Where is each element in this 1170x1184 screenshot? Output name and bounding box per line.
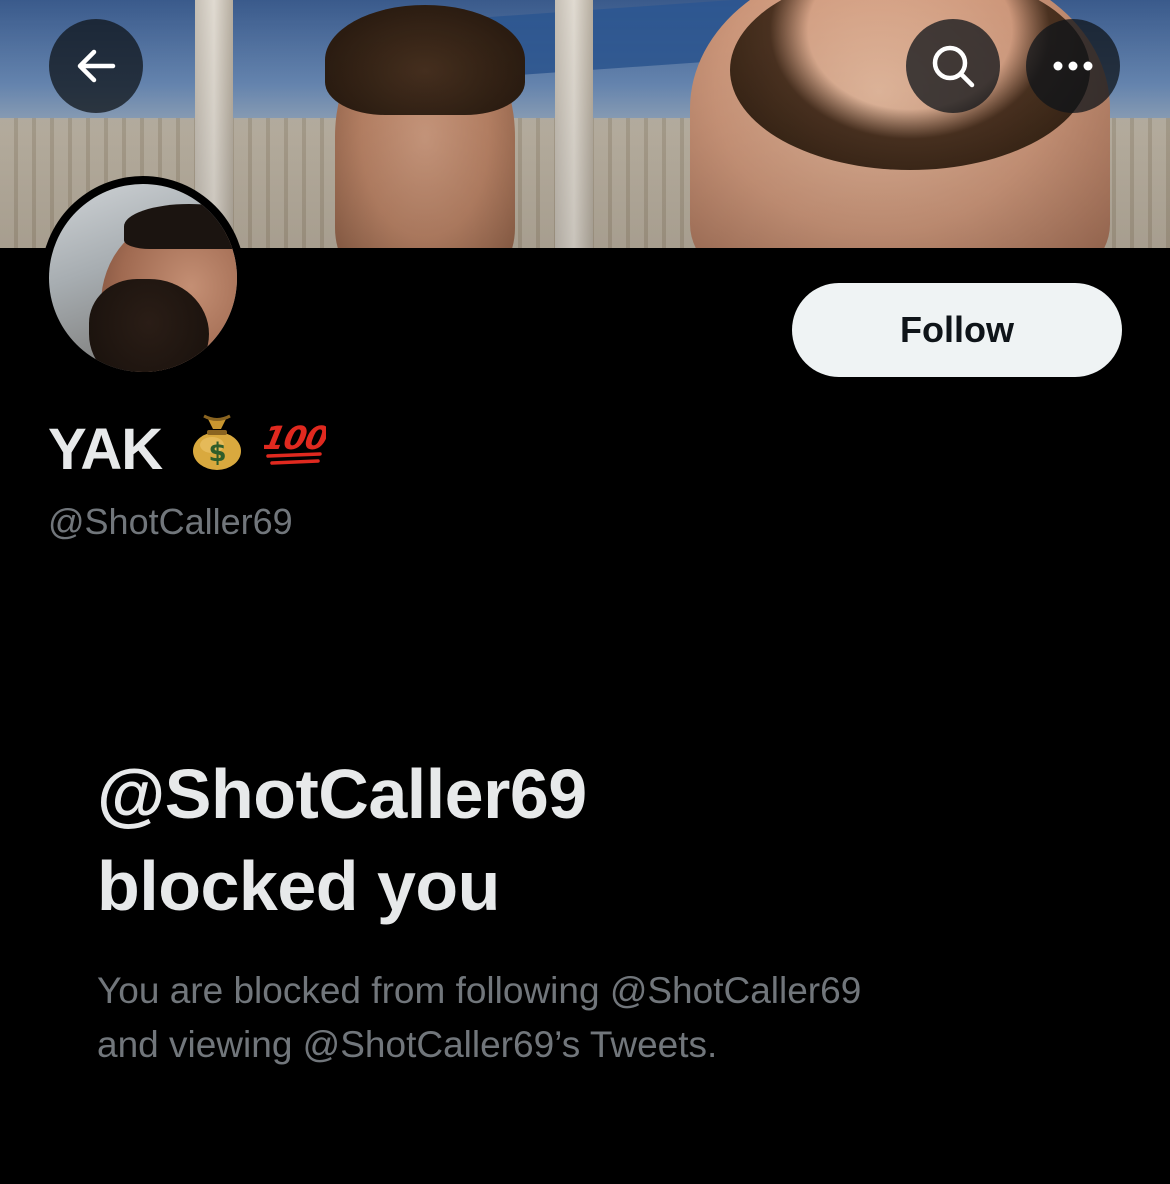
blocked-title-line2: blocked you bbox=[97, 847, 500, 925]
more-horizontal-icon bbox=[1052, 60, 1094, 72]
more-button[interactable] bbox=[1026, 19, 1120, 113]
svg-text:$: $ bbox=[209, 438, 226, 468]
avatar-hair bbox=[124, 204, 237, 249]
blocked-title-line1: @ShotCaller69 bbox=[97, 755, 587, 833]
arrow-left-icon bbox=[76, 49, 116, 83]
follow-button-label: Follow bbox=[900, 309, 1014, 350]
money-bag-emoji: $ bbox=[190, 413, 244, 485]
profile-avatar[interactable] bbox=[41, 176, 245, 380]
avatar-photo bbox=[49, 184, 237, 372]
display-name: YAK $ 100 bbox=[48, 413, 331, 485]
back-button[interactable] bbox=[49, 19, 143, 113]
name-emojis: $ 100 bbox=[190, 413, 331, 485]
blocked-title: @ShotCaller69 blocked you bbox=[97, 748, 1077, 932]
blocked-description-line2: and viewing @ShotCaller69’s Tweets. bbox=[97, 1024, 718, 1065]
profile-handle: @ShotCaller69 bbox=[48, 501, 293, 542]
follow-button[interactable]: Follow bbox=[792, 283, 1122, 377]
blocked-description: You are blocked from following @ShotCall… bbox=[97, 964, 1097, 1072]
display-name-text: YAK bbox=[48, 416, 163, 482]
search-icon bbox=[930, 43, 976, 89]
hundred-points-emoji: 100 bbox=[259, 415, 331, 483]
svg-text:100: 100 bbox=[264, 419, 326, 457]
search-button[interactable] bbox=[906, 19, 1000, 113]
blocked-description-line1: You are blocked from following @ShotCall… bbox=[97, 970, 862, 1011]
